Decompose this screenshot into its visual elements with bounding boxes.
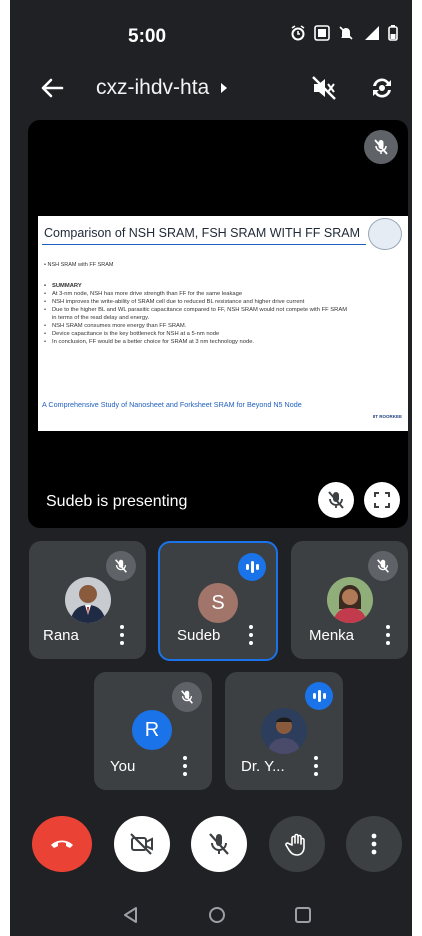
fullscreen-button[interactable] [364, 482, 400, 518]
participant-name: Menka [309, 627, 355, 644]
slide-brand: IIT ROORKEE [372, 414, 402, 419]
meeting-top-bar: cxz-ihdv-hta [10, 70, 412, 110]
participant-tile[interactable]: R You [94, 672, 212, 790]
slide-subheading: • NSH SRAM with FF SRAM [44, 262, 114, 268]
signal-icon [362, 25, 380, 41]
alarm-icon [290, 25, 306, 41]
status-time: 5:00 [128, 26, 167, 47]
top-bar-actions [310, 74, 396, 107]
volte-icon [314, 25, 330, 41]
camera-toggle-button[interactable] [114, 816, 170, 872]
status-icons [290, 25, 398, 41]
hand-icon [285, 833, 305, 856]
nav-recents-button[interactable] [294, 906, 312, 929]
summary-bullet: At 3-nm node, NSH has more drive strengt… [44, 290, 348, 298]
speaking-indicator-icon [305, 682, 333, 710]
nav-home-button[interactable] [208, 906, 226, 929]
avatar: S [198, 583, 238, 623]
shared-slide: Comparison of NSH SRAM, FSH SRAM WITH FF… [38, 216, 408, 431]
circle-home-icon [209, 907, 225, 923]
avatar: R [132, 710, 172, 750]
mic-off-icon [106, 551, 136, 581]
participant-tile[interactable]: Menka [291, 541, 408, 659]
participant-name: You [110, 758, 136, 775]
participant-tile[interactable]: S Sudeb [158, 541, 278, 661]
fullscreen-icon [374, 492, 390, 508]
mic-toggle-button[interactable] [191, 816, 247, 872]
switch-camera-button[interactable] [368, 74, 396, 107]
mic-off-icon [368, 551, 398, 581]
meeting-code: cxz-ihdv-hta [96, 76, 210, 99]
meeting-title-button[interactable]: cxz-ihdv-hta [96, 76, 229, 100]
presenter-label: Sudeb is presenting [46, 493, 188, 510]
speaker-off-button[interactable] [310, 74, 338, 107]
end-call-button[interactable] [32, 816, 92, 872]
nav-back-button[interactable] [122, 906, 140, 929]
slide-summary: SUMMARY At 3-nm node, NSH has more drive… [44, 282, 348, 346]
participant-name: Rana [43, 627, 79, 644]
slide-title-rule [42, 244, 366, 245]
call-controls [10, 816, 412, 872]
slide-title: Comparison of NSH SRAM, FSH SRAM WITH FF… [44, 226, 361, 240]
mute-presentation-button[interactable] [318, 482, 354, 518]
call-end-icon [51, 840, 73, 848]
system-nav-bar [10, 896, 412, 936]
avatar [261, 708, 307, 754]
presenter-mic-off-icon [364, 130, 398, 164]
summary-heading: SUMMARY [44, 282, 348, 290]
more-options-button[interactable] [385, 625, 391, 645]
participant-name: Sudeb [177, 627, 221, 644]
summary-bullet: NSH improves the write-ability of SRAM c… [44, 298, 348, 306]
status-bar: 5:00 [10, 0, 412, 70]
videocam-off-icon [130, 833, 153, 855]
participant-name: Dr. Y... [241, 758, 285, 775]
silent-icon [338, 25, 354, 41]
speaking-indicator-icon [238, 553, 266, 581]
slide-footer: A Comprehensive Study of Nanosheet and F… [42, 400, 302, 409]
mic-off-icon [328, 491, 344, 509]
flip-camera-icon [373, 78, 391, 98]
summary-bullet: NSH SRAM consumes more energy than FF SR… [44, 322, 348, 330]
raise-hand-button[interactable] [269, 816, 325, 872]
participant-tile[interactable]: Dr. Y... [225, 672, 343, 790]
avatar [327, 577, 373, 623]
triangle-back-icon [124, 907, 137, 923]
arrow-back-icon [41, 78, 64, 98]
more-options-button[interactable] [182, 756, 188, 776]
avatar [65, 577, 111, 623]
more-options-button[interactable] [313, 756, 319, 776]
more-vert-icon [371, 833, 377, 855]
institute-logo [368, 218, 402, 250]
summary-bullet: Device capacitance is the key bottleneck… [44, 330, 348, 338]
mic-off-icon [172, 682, 202, 712]
participant-tile[interactable]: Rana [29, 541, 146, 659]
meet-screen: 5:00 cxz-ihdv-hta Comparison of NSH SRAM… [10, 0, 412, 936]
volume-off-icon [312, 76, 336, 100]
more-options-button[interactable] [346, 816, 402, 872]
square-recents-icon [295, 907, 311, 923]
more-options-button[interactable] [119, 625, 125, 645]
back-button[interactable] [38, 74, 66, 102]
summary-bullet: In conclusion, FF would be a better choi… [44, 338, 348, 346]
more-options-button[interactable] [248, 625, 254, 645]
caret-right-icon [221, 83, 228, 93]
mic-off-icon [209, 833, 229, 855]
summary-bullet: Due to the higher BL and WL parasitic ca… [44, 306, 348, 322]
presentation-tile[interactable]: Comparison of NSH SRAM, FSH SRAM WITH FF… [28, 120, 408, 528]
battery-icon [388, 25, 398, 41]
